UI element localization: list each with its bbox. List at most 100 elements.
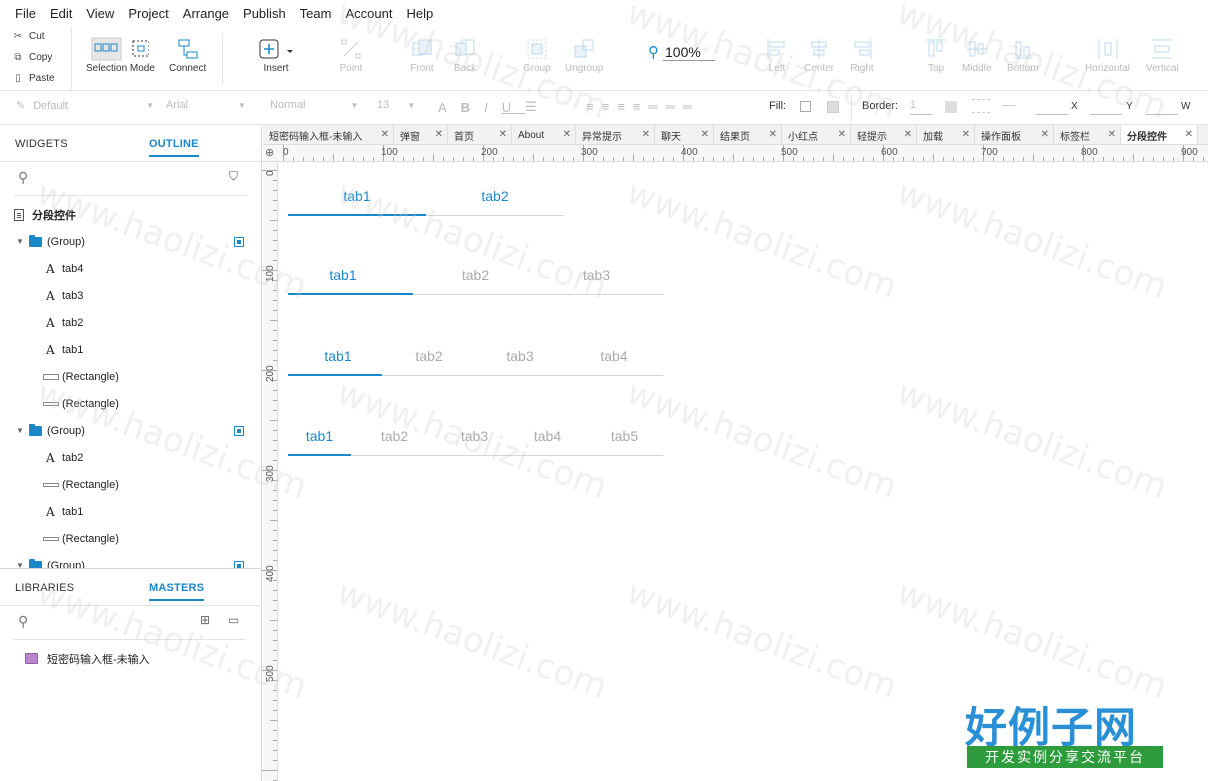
segment-tab[interactable]: tab5 — [593, 428, 656, 444]
distribute-vertical-button[interactable]: Vertical — [1146, 35, 1179, 74]
visibility-checkbox[interactable] — [234, 236, 244, 247]
close-icon[interactable]: ✕ — [769, 129, 777, 140]
doc-tab-active[interactable]: 分段控件 ✕ — [1121, 125, 1198, 144]
segmented-control-2[interactable]: tab1 tab2 — [288, 176, 663, 216]
bullet-list-icon[interactable]: ☰ — [525, 99, 551, 115]
segmented-control-4[interactable]: tab1 tab2 tab3 tab4 — [288, 336, 663, 376]
doc-tab[interactable]: 轻提示 ✕ — [851, 125, 917, 144]
segment-tab[interactable]: tab1 — [288, 428, 351, 444]
group-button[interactable]: Group — [523, 35, 551, 74]
close-icon[interactable]: ✕ — [1108, 129, 1116, 140]
x-input[interactable] — [1036, 114, 1068, 115]
align-text-justify-icon[interactable]: ≡ — [633, 99, 649, 114]
font-dropdown[interactable]: Arial ▼ — [166, 99, 246, 111]
segment-tab[interactable]: tab4 — [516, 428, 579, 444]
align-text-right-icon[interactable]: ≡ — [617, 99, 633, 114]
menu-publish[interactable]: Publish — [236, 6, 293, 21]
back-button[interactable]: Back — [453, 35, 477, 74]
doc-tab[interactable]: 弹窗 ✕ — [394, 125, 448, 144]
tree-row[interactable]: (Rectangle) — [0, 363, 261, 390]
align-bottom-button[interactable]: Bottom — [1007, 35, 1039, 74]
doc-tab[interactable]: 结果页 ✕ — [714, 125, 782, 144]
tab-masters[interactable]: MASTERS — [149, 582, 205, 601]
add-folder-icon[interactable]: ▭ — [228, 613, 239, 627]
text-format-buttons[interactable]: A B I U ☰ — [438, 99, 551, 115]
segment-tab[interactable]: tab2 — [426, 188, 564, 204]
w-input[interactable] — [1146, 114, 1178, 115]
tree-row[interactable]: A tab4 — [0, 255, 261, 282]
align-text-center-icon[interactable]: ≡ — [602, 99, 618, 114]
segment-tab[interactable]: tab4 — [567, 348, 661, 364]
insert-button[interactable]: Insert — [258, 35, 294, 74]
doc-tab[interactable]: 聊天 ✕ — [655, 125, 714, 144]
close-icon[interactable]: ✕ — [642, 129, 650, 140]
close-icon[interactable]: ✕ — [838, 129, 846, 140]
doc-tab[interactable]: 操作面板 ✕ — [975, 125, 1054, 144]
line-style-icon[interactable] — [1002, 105, 1016, 106]
segmented-control-3[interactable]: tab1 tab2 tab3 — [288, 255, 663, 295]
front-button[interactable]: Front — [410, 35, 434, 74]
style-dropdown[interactable]: ✎ Default ▼ — [16, 99, 154, 113]
menu-help[interactable]: Help — [399, 6, 440, 21]
segment-tab[interactable]: tab3 — [534, 267, 659, 283]
segmented-control-5[interactable]: tab1 tab2 tab3 tab4 tab5 — [288, 416, 663, 456]
outline-page-row[interactable]: 分段控件 — [0, 201, 261, 228]
doc-tab[interactable]: 加载 ✕ — [917, 125, 975, 144]
close-icon[interactable]: ✕ — [1041, 129, 1049, 140]
distribute-horizontal-button[interactable]: Horizontal — [1085, 35, 1130, 74]
tree-row[interactable]: A tab2 — [0, 444, 261, 471]
menu-team[interactable]: Team — [293, 6, 339, 21]
segment-tab[interactable]: tab2 — [382, 348, 476, 364]
tree-row[interactable]: (Rectangle) — [0, 525, 261, 552]
close-icon[interactable]: ✕ — [1185, 129, 1193, 140]
caret-down-icon[interactable]: ▼ — [16, 561, 24, 568]
copy-button[interactable]: ⧉ Copy — [13, 52, 52, 63]
border-width-input[interactable]: 1 — [910, 99, 916, 111]
connect-button[interactable]: Connect — [169, 35, 206, 74]
paste-button[interactable]: ▯ Paste — [13, 73, 54, 84]
shadow-swatch[interactable] — [827, 101, 839, 113]
zoom-control[interactable]: ⚲ 100% — [648, 43, 715, 61]
filter-icon[interactable]: ⛉ — [229, 169, 238, 184]
visibility-checkbox[interactable] — [234, 425, 244, 436]
valign-top-icon[interactable]: ═ — [648, 99, 665, 114]
tree-row[interactable]: ▼ (Group) — [0, 417, 261, 444]
tree-row[interactable]: ▼ (Group) — [0, 228, 261, 255]
tab-libraries[interactable]: LIBRARIES — [15, 582, 74, 594]
align-right-button[interactable]: Right — [850, 35, 874, 74]
align-center-button[interactable]: Center — [804, 35, 834, 74]
design-canvas[interactable]: tab1 tab2 tab1 tab2 tab3 tab1 tab2 tab3 … — [279, 162, 1208, 781]
tree-row[interactable]: (Rectangle) — [0, 390, 261, 417]
valign-middle-icon[interactable]: ═ — [666, 99, 683, 114]
fill-color-swatch[interactable] — [800, 101, 811, 112]
doc-tab[interactable]: 小红点 ✕ — [782, 125, 851, 144]
add-master-icon[interactable]: ⊞ — [200, 613, 210, 627]
caret-down-icon[interactable]: ▼ — [16, 237, 24, 246]
border-style-icon[interactable] — [972, 99, 990, 113]
y-input[interactable] — [1090, 114, 1122, 115]
search-icon[interactable]: ⚲ — [18, 613, 28, 630]
segment-tab[interactable]: tab1 — [288, 267, 398, 283]
selection-mode-button[interactable]: Selection Mode — [86, 35, 155, 74]
valign-bottom-icon[interactable]: ═ — [683, 99, 700, 114]
close-icon[interactable]: ✕ — [701, 129, 709, 140]
close-icon[interactable]: ✕ — [563, 129, 571, 140]
tree-row[interactable]: A tab3 — [0, 282, 261, 309]
caret-down-icon[interactable]: ▼ — [16, 426, 24, 435]
bold-icon[interactable]: B — [461, 100, 484, 115]
doc-tab[interactable]: About ✕ — [512, 125, 576, 144]
close-icon[interactable]: ✕ — [499, 129, 507, 140]
menu-file[interactable]: File — [8, 6, 43, 21]
segment-tab[interactable]: tab2 — [413, 267, 538, 283]
cut-button[interactable]: ✂ Cut — [13, 31, 45, 42]
segment-tab[interactable]: tab2 — [363, 428, 426, 444]
tree-row[interactable]: A tab1 — [0, 336, 261, 363]
segment-tab[interactable]: tab3 — [443, 428, 506, 444]
align-text-left-icon[interactable]: ≡ — [586, 99, 602, 114]
underline-icon[interactable]: U — [502, 100, 525, 115]
menu-view[interactable]: View — [79, 6, 121, 21]
font-color-icon[interactable]: A — [438, 100, 461, 115]
menu-project[interactable]: Project — [121, 6, 175, 21]
segment-tab[interactable]: tab1 — [288, 348, 388, 364]
border-color-swatch[interactable] — [945, 101, 957, 113]
